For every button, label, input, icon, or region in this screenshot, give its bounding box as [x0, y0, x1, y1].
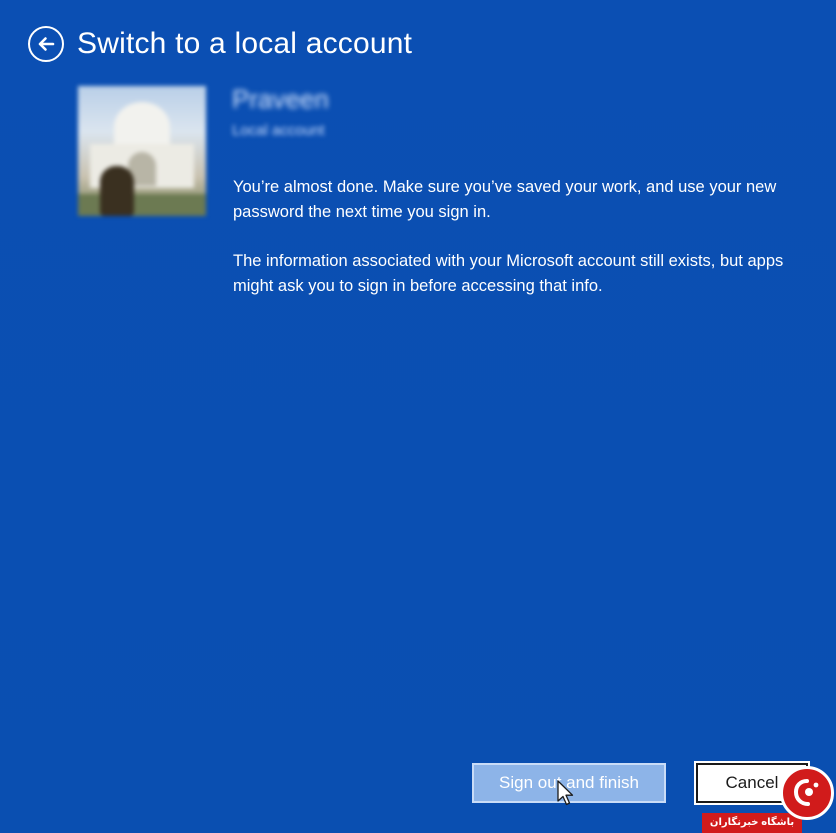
- watermark-emblem-icon: [780, 766, 834, 820]
- header: Switch to a local account: [28, 24, 412, 64]
- page-title: Switch to a local account: [77, 27, 413, 60]
- user-avatar: [78, 86, 206, 216]
- message-almost-done: You’re almost done. Make sure you’ve sav…: [233, 178, 777, 221]
- switch-account-window: Switch to a local account Praveen Local …: [0, 0, 836, 833]
- sign-out-and-finish-button[interactable]: Sign out and finish: [472, 763, 666, 803]
- message-microsoft-info: The information associated with your Mic…: [233, 252, 784, 295]
- back-button[interactable]: [28, 26, 64, 62]
- watermark-logo: باشگاه خبرنگاران: [698, 766, 836, 833]
- user-account-type: Local account: [232, 122, 325, 139]
- watermark-text: باشگاه خبرنگاران: [702, 813, 802, 833]
- user-name: Praveen: [232, 84, 329, 114]
- back-arrow-icon: [38, 37, 55, 51]
